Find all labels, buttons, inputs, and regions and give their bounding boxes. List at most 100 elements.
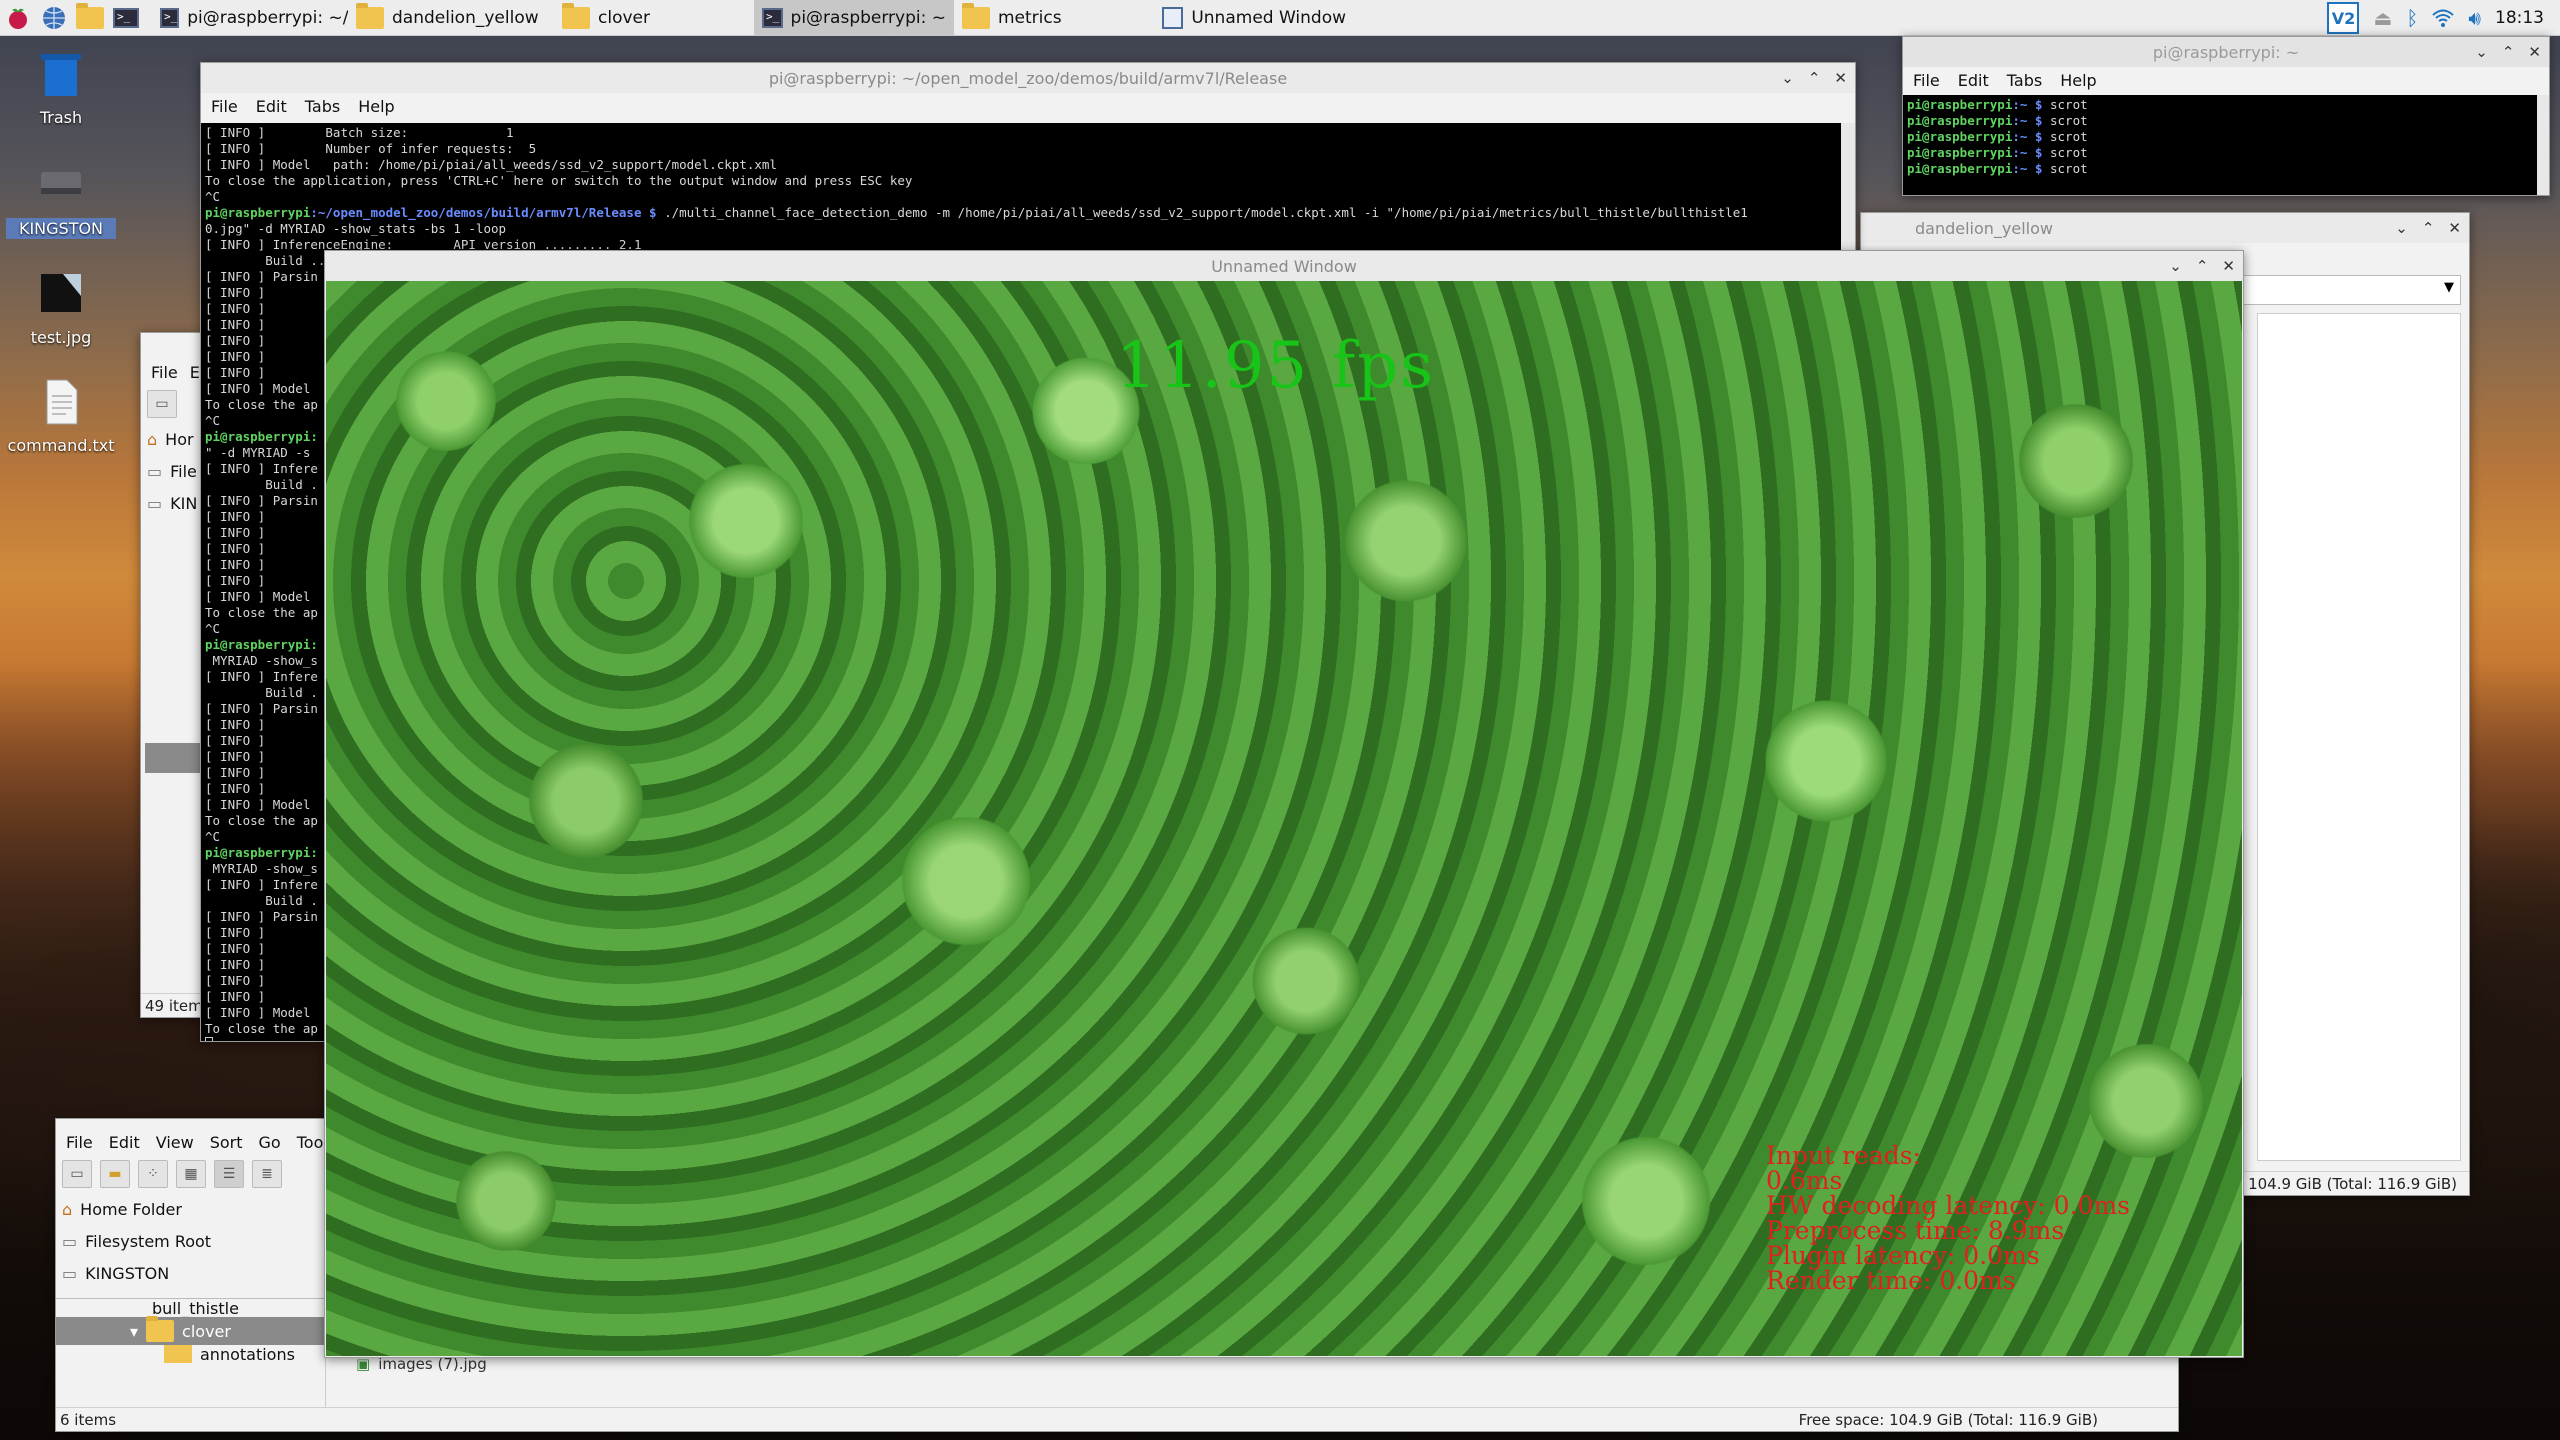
tree-item-bull-thistle[interactable]: bull_thistle — [56, 1299, 325, 1317]
eject-icon[interactable]: ⏏ — [2373, 6, 2392, 30]
terminal-line: [ INFO ] Batch size: 1 — [205, 125, 514, 140]
prompt-user: pi@raspberrypi — [205, 205, 311, 220]
menu-edit[interactable]: Edit — [109, 1133, 140, 1152]
window-titlebar[interactable]: dandelion_yellow ⌄ ⌃ ✕ — [1861, 213, 2469, 243]
menu-file[interactable]: File — [1913, 71, 1940, 90]
menu-file[interactable]: File — [151, 363, 178, 382]
maximize-icon[interactable]: ⌃ — [1808, 69, 1821, 87]
desktop-icon-trash[interactable]: Trash — [6, 48, 116, 127]
stat-hw-decoding: HW decoding latency: 0.0ms — [1766, 1191, 2130, 1220]
terminal-window-small: pi@raspberrypi: ~ ⌄ ⌃ ✕ File Edit Tabs Hel… — [1902, 36, 2550, 196]
stat-preprocess: Preprocess time: 8.9ms — [1766, 1216, 2065, 1245]
stat-input-reads-value: 0.6ms — [1766, 1166, 1843, 1195]
task-unnamed-window[interactable]: Unnamed Window — [1154, 0, 1354, 36]
tree-item-clover[interactable]: ▾ clover — [56, 1316, 325, 1345]
image-file-icon — [41, 274, 81, 312]
home-icon: ⌂ — [62, 1199, 73, 1219]
minimize-icon[interactable]: ⌄ — [1781, 69, 1794, 87]
bluetooth-icon[interactable]: ᛒ — [2406, 6, 2418, 30]
folder-icon — [164, 1345, 192, 1363]
clock[interactable]: 18:13 — [2495, 8, 2544, 28]
place-kingston[interactable]: ▭ KINGSTON — [56, 1257, 325, 1289]
volume-icon[interactable]: 🔊︎ — [2468, 6, 2481, 30]
menu-tabs[interactable]: Tabs — [305, 97, 340, 116]
window-icon — [1162, 6, 1184, 29]
home-icon: ⌂ — [147, 429, 158, 449]
menu-help[interactable]: Help — [2060, 71, 2096, 90]
chevron-down-icon[interactable]: ▼ — [2444, 280, 2454, 295]
task-label: metrics — [998, 7, 1062, 28]
close-icon[interactable]: ✕ — [2528, 43, 2541, 61]
place-home-folder[interactable]: ⌂ Home Folder — [56, 1193, 325, 1225]
desktop-icon-kingston[interactable]: KINGSTON — [6, 158, 116, 239]
window-titlebar[interactable]: Unnamed Window ⌄ ⌃ ✕ — [325, 251, 2243, 281]
menu-sort[interactable]: Sort — [210, 1133, 243, 1152]
minimize-icon[interactable]: ⌄ — [2475, 43, 2488, 61]
maximize-icon[interactable]: ⌃ — [2422, 219, 2435, 237]
icon-view-icon[interactable]: ⁘ — [138, 1160, 168, 1188]
desktop-icon-test-jpg[interactable]: test.jpg — [6, 268, 116, 347]
cursor — [205, 1037, 213, 1041]
menu-edit[interactable]: Edit — [256, 97, 287, 116]
terminal-output[interactable]: pi@raspberrypi:~ $ scrot pi@raspberrypi:… — [1903, 95, 2537, 195]
scrollbar[interactable] — [2537, 95, 2549, 195]
task-dandelion-yellow[interactable]: dandelion_yellow — [348, 0, 554, 36]
window-title: Unnamed Window — [1211, 256, 1357, 276]
maximize-icon[interactable]: ⌃ — [2196, 257, 2209, 275]
close-icon[interactable]: ✕ — [1834, 69, 1847, 87]
terminal-line: [ INFO ] Number of infer requests: 5 — [205, 141, 537, 156]
thumbnail-view-icon[interactable]: ▦ — [176, 1160, 206, 1188]
menu-view[interactable]: View — [156, 1133, 194, 1152]
vnc-icon[interactable]: V2 — [2327, 2, 2360, 34]
place-filesystem-root[interactable]: ▭ Filesystem Root — [56, 1225, 325, 1257]
folder-icon — [146, 1316, 175, 1342]
new-folder-icon[interactable]: ▬ — [100, 1160, 130, 1188]
status-bar: 6 items Free space: 104.9 GiB (Total: 11… — [56, 1407, 2178, 1431]
terminal-line: [ INFO ] Model path: /home/pi/piai/all_w… — [205, 157, 777, 172]
prompt-path: :~ $ — [2012, 113, 2043, 128]
command-text: scrot — [2042, 161, 2088, 176]
file-list[interactable] — [2257, 313, 2461, 1161]
collapse-icon[interactable]: ▾ — [130, 1322, 138, 1341]
menu-file[interactable]: File — [66, 1133, 93, 1152]
window-titlebar[interactable]: pi@raspberrypi: ~ ⌄ ⌃ ✕ — [1903, 37, 2549, 67]
terminal-command-line: pi@raspberrypi:~/open_model_zoo/demos/bu… — [205, 205, 1837, 221]
new-window-icon[interactable]: ▭ — [147, 390, 177, 418]
prompt-path: :~/open_model_zoo/demos/build/armv7l/Rel… — [310, 205, 657, 220]
task-terminal-main[interactable]: >_ pi@raspberrypi: ~/op... — [152, 0, 348, 36]
path-bar[interactable]: ▼ — [2231, 275, 2461, 305]
wifi-icon[interactable] — [2432, 8, 2455, 28]
stats-overlay: Input reads: 0.6ms HW decoding latency: … — [1766, 1143, 2130, 1293]
menu-tabs[interactable]: Tabs — [2007, 71, 2042, 90]
terminal-icon: >_ — [160, 7, 180, 28]
menu-help[interactable]: Help — [358, 97, 394, 116]
task-metrics[interactable]: metrics — [954, 0, 1154, 36]
tree-item-annotations[interactable]: annotations — [56, 1345, 325, 1363]
menu-edit[interactable]: Edit — [1958, 71, 1989, 90]
close-icon[interactable]: ✕ — [2222, 257, 2235, 275]
drive-icon: ▭ — [147, 461, 163, 481]
command-text: scrot — [2042, 113, 2088, 128]
command-text: scrot — [2042, 129, 2088, 144]
menu-file[interactable]: File — [211, 97, 238, 116]
close-icon[interactable]: ✕ — [2448, 219, 2461, 237]
maximize-icon[interactable]: ⌃ — [2502, 43, 2515, 61]
list-view-icon[interactable]: ≣ — [252, 1160, 282, 1188]
stat-plugin-latency: Plugin latency: 0.0ms — [1766, 1241, 2040, 1270]
desktop-icon-command-txt[interactable]: command.txt — [6, 376, 116, 455]
raspberry-menu-icon[interactable] — [0, 0, 36, 36]
desktop-icon-label: KINGSTON — [6, 218, 116, 239]
window-titlebar[interactable]: pi@raspberrypi: ~/open_model_zoo/demos/b… — [201, 63, 1855, 93]
minimize-icon[interactable]: ⌄ — [2395, 219, 2408, 237]
task-terminal-small[interactable]: >_ pi@raspberrypi: ~ — [754, 0, 954, 36]
minimize-icon[interactable]: ⌄ — [2169, 257, 2182, 275]
system-tray: V2 ⏏ ᛒ 🔊︎ 18:13 — [2327, 0, 2560, 36]
compact-view-icon[interactable]: ☰ — [214, 1160, 244, 1188]
new-window-icon[interactable]: ▭ — [62, 1160, 92, 1188]
menu-go[interactable]: Go — [259, 1133, 281, 1152]
clover-video-frame[interactable]: 11.95 fps Input reads: 0.6ms HW decoding… — [326, 281, 2242, 1356]
task-clover[interactable]: clover — [554, 0, 754, 36]
browser-icon[interactable] — [36, 0, 72, 36]
file-manager-launch-icon[interactable] — [72, 0, 108, 36]
terminal-launch-icon[interactable]: >_ — [108, 0, 144, 36]
